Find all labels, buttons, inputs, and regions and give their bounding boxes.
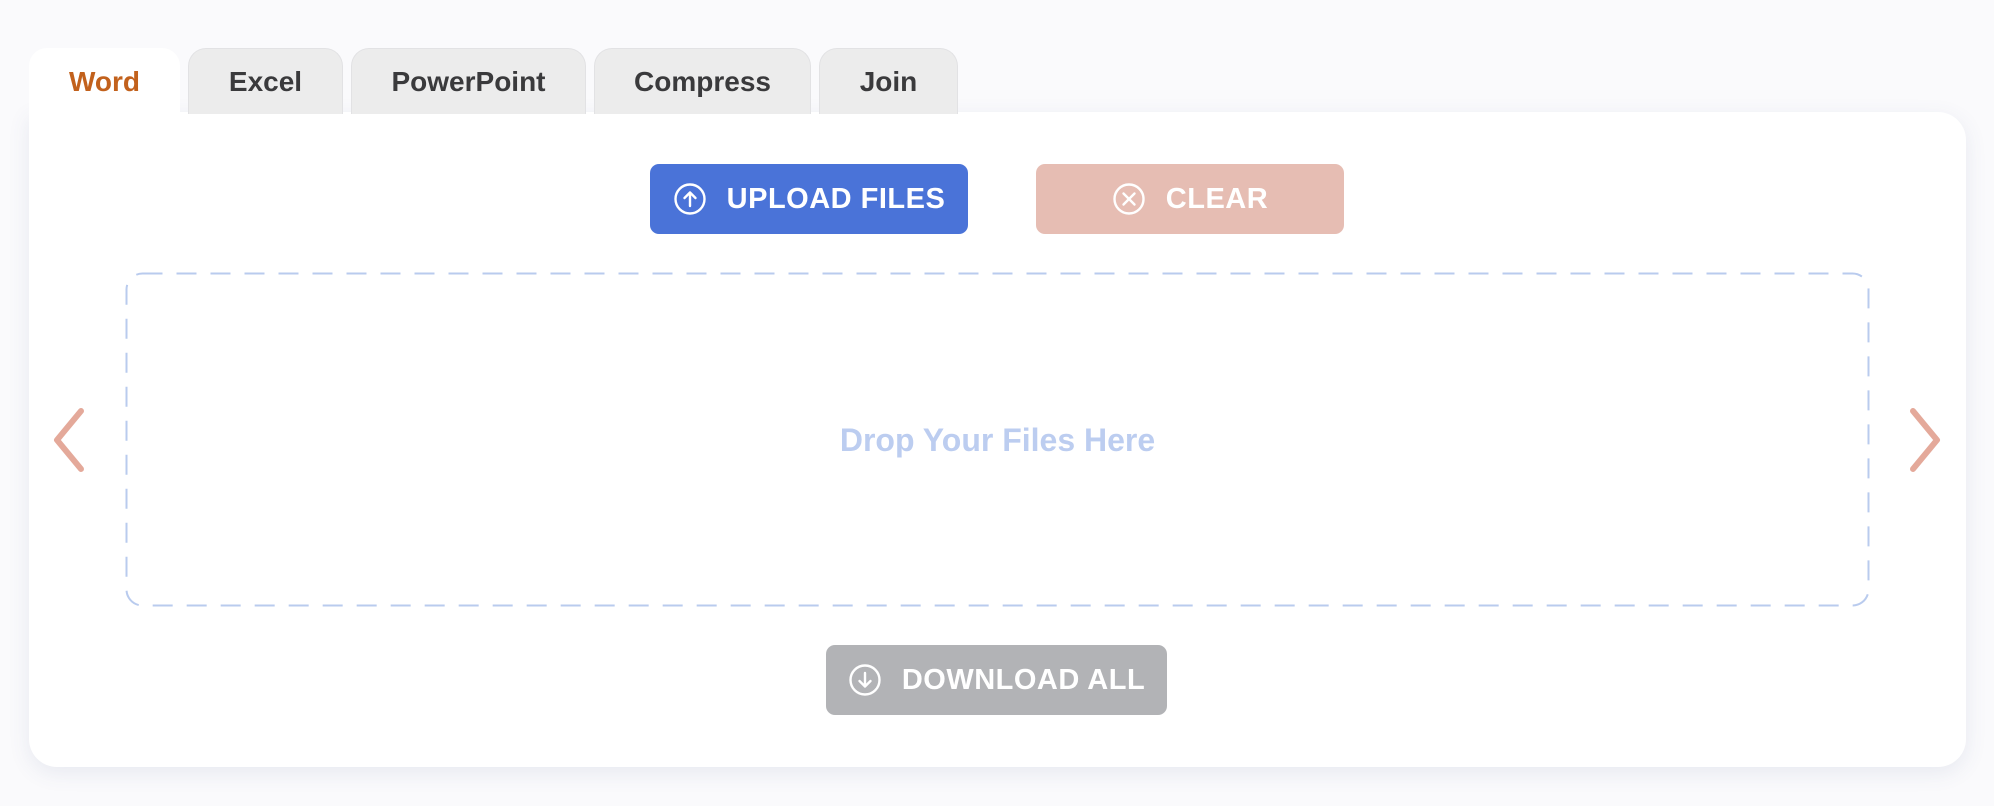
tab-excel[interactable]: Excel: [188, 48, 343, 114]
clear-label: CLEAR: [1165, 182, 1269, 215]
file-dropzone[interactable]: Drop Your Files Here: [125, 272, 1870, 607]
close-circle-icon: [1112, 182, 1146, 216]
upload-files-label: UPLOAD FILES: [726, 182, 946, 215]
tab-join[interactable]: Join: [819, 48, 958, 114]
chevron-left-icon[interactable]: [49, 405, 89, 480]
download-circle-arrow-icon: [848, 663, 882, 697]
download-all-button[interactable]: DOWNLOAD ALL: [826, 645, 1167, 715]
clear-button[interactable]: CLEAR: [1036, 164, 1344, 234]
download-all-label: DOWNLOAD ALL: [901, 663, 1146, 696]
tab-word[interactable]: Word: [29, 48, 180, 114]
tab-powerpoint[interactable]: PowerPoint: [351, 48, 586, 114]
format-tabs: Word Excel PowerPoint Compress Join: [29, 48, 958, 114]
dropzone-text: Drop Your Files Here: [839, 422, 1156, 458]
chevron-right-icon[interactable]: [1905, 405, 1945, 480]
upload-files-button[interactable]: UPLOAD FILES: [650, 164, 968, 234]
upload-circle-arrow-icon: [673, 182, 707, 216]
converter-panel: UPLOAD FILES CLEAR Drop Your Files Here …: [29, 112, 1966, 767]
tab-compress[interactable]: Compress: [594, 48, 811, 114]
